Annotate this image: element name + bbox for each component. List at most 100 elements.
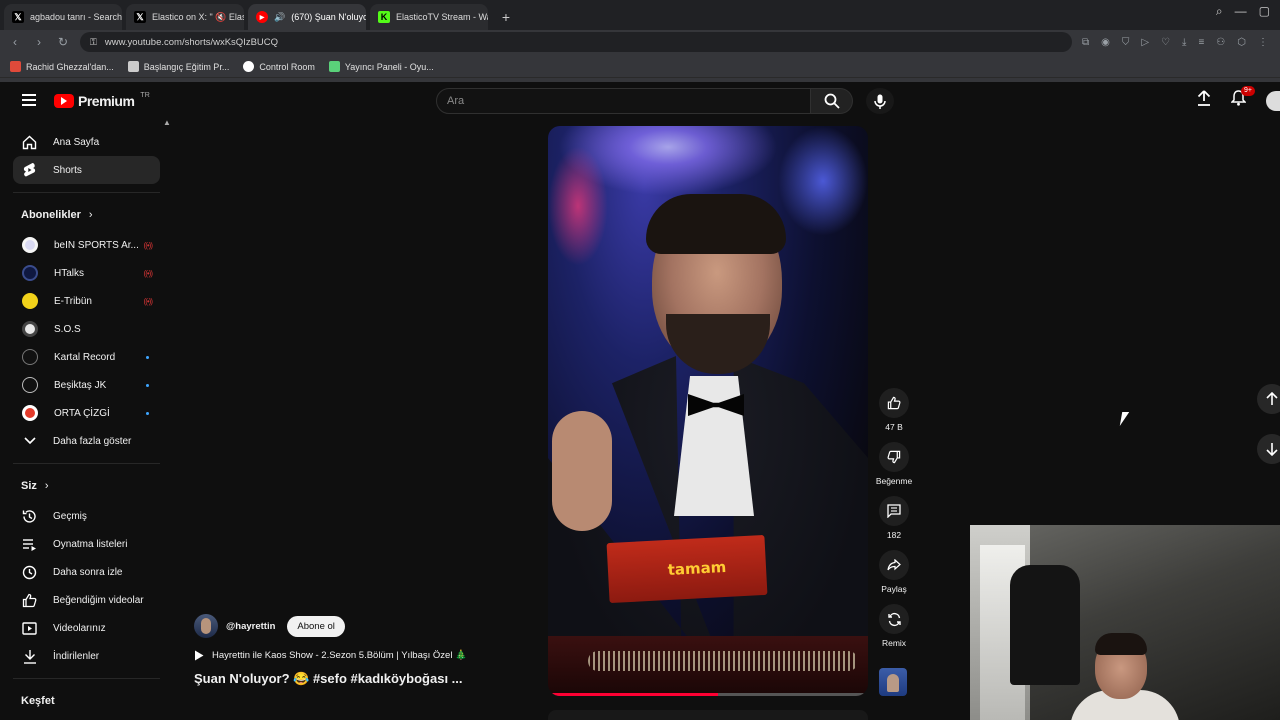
sidebar-item-history[interactable]: Geçmiş (13, 502, 160, 530)
browser-tab[interactable]: 𝕏 Elastico on X: " 🔇 Elastic (126, 4, 244, 30)
minimize-icon[interactable]: — (1235, 4, 1247, 19)
site-info-icon[interactable]: ⚿ (90, 37, 97, 48)
you-header[interactable]: Siz › (13, 470, 160, 502)
sidebar-item-subscription[interactable]: Beşiktaş JK (13, 371, 160, 399)
sidebar-item-downloads[interactable]: İndirilenler (13, 642, 160, 670)
camera-icon[interactable]: ◉ (1101, 37, 1110, 48)
progress-fill (548, 693, 718, 696)
playlists-icon (22, 537, 37, 552)
remix-button[interactable] (879, 604, 909, 634)
shield-icon[interactable]: ⛉ (1122, 37, 1130, 48)
account-avatar[interactable] (1266, 90, 1280, 111)
sidebar-item-subscription[interactable]: Kartal Record (13, 343, 160, 371)
comment-icon (887, 504, 901, 518)
sidebar-item-label: Beğendiğim videolar (53, 594, 144, 606)
forward-icon[interactable]: › (32, 35, 46, 49)
browser-tab[interactable]: K ElasticoTV Stream - Wat (370, 4, 488, 30)
related-video-link[interactable]: Hayrettin ile Kaos Show - 2.Sezon 5.Bölü… (194, 650, 534, 661)
subscriptions-header[interactable]: Abonelikler › (13, 199, 160, 231)
section-title: Keşfet (21, 695, 55, 707)
browser-tab[interactable]: 𝕏 agbadou tanrı - Search (4, 4, 122, 30)
channel-avatar (22, 265, 38, 281)
thumbs-up-icon (887, 396, 901, 410)
bookmark[interactable]: Rachid Ghezzal'dan... (10, 61, 114, 72)
dislike-button[interactable] (879, 442, 909, 472)
x-logo-icon: 𝕏 (12, 11, 24, 23)
like-count: 47 B (885, 422, 903, 432)
upload-button[interactable] (1197, 90, 1211, 111)
explore-header: Keşfet (13, 685, 160, 717)
section-title: Siz (21, 480, 37, 492)
search-placeholder: Ara (447, 95, 465, 107)
comments-button[interactable] (879, 496, 909, 526)
sidebar-item-subscription[interactable]: S.O.S (13, 315, 160, 343)
channel-avatar (22, 405, 38, 421)
share-button[interactable] (879, 550, 909, 580)
sidebar-item-subscription[interactable]: beIN SPORTS Ar... ((•)) (13, 231, 160, 259)
sidebar-item-home[interactable]: Ana Sayfa (13, 128, 160, 156)
youtube-logo[interactable]: Premium TR (54, 91, 150, 109)
download-icon[interactable]: ⤓ (1182, 37, 1186, 48)
short-title[interactable]: Şuan N'oluyor? 😂 #sefo #kadıköyboğası ..… (194, 671, 534, 687)
sidebar-item-label: Daha sonra izle (53, 566, 123, 578)
live-icon: ((•)) (143, 240, 154, 250)
comment-action: 182 (876, 496, 912, 540)
video-progress-bar[interactable] (548, 693, 868, 696)
sidebar-item-watch-later[interactable]: Daha sonra izle (13, 558, 160, 586)
sidebar-item-liked-videos[interactable]: Beğendiğim videolar (13, 586, 160, 614)
bookmark[interactable]: Control Room (243, 61, 315, 72)
puzzle-icon[interactable]: ⬡ (1237, 37, 1246, 48)
sidebar-item-your-videos[interactable]: Videolarınız (13, 614, 160, 642)
short-video-player[interactable]: tamam (548, 126, 868, 696)
bookmark-label: Rachid Ghezzal'dan... (26, 61, 114, 72)
subscribe-button[interactable]: Abone ol (287, 615, 345, 637)
header-actions: 9+ (1197, 86, 1280, 111)
search-button[interactable] (811, 88, 853, 114)
back-icon[interactable]: ‹ (8, 35, 22, 49)
show-more-button[interactable]: Daha fazla göster (13, 427, 160, 455)
remix-label: Remix (881, 638, 907, 648)
browser-tab-active[interactable]: ▶ 🔊 (670) Şuan N'oluyo (248, 4, 366, 30)
divider (13, 463, 160, 464)
channel-avatar[interactable] (194, 614, 218, 638)
reload-icon[interactable]: ↻ (56, 35, 70, 49)
address-bar[interactable]: ⚿ www.youtube.com/shorts/wxKsQIzBUCQ (80, 32, 1072, 52)
notifications-button[interactable]: 9+ (1230, 86, 1255, 111)
sidebar-item-subscription[interactable]: E-Tribün ((•)) (13, 287, 160, 315)
sidebar-item-subscription[interactable]: HTalks ((•)) (13, 259, 160, 287)
mouse-cursor-icon (1119, 412, 1130, 426)
sidebar-item-playlists[interactable]: Oynatma listeleri (13, 530, 160, 558)
menu-icon[interactable]: ≡ (1198, 37, 1204, 48)
search-tabs-icon[interactable]: ⌕ (1216, 4, 1223, 19)
like-button[interactable] (879, 388, 909, 418)
dislike-label: Beğenme (875, 476, 913, 486)
previous-short-button[interactable] (1257, 384, 1280, 414)
play-icon[interactable]: ▷ (1141, 37, 1149, 48)
bookmark[interactable]: Başlangıç Eğitim Pr... (127, 61, 229, 72)
browser-chrome: 𝕏 agbadou tanrı - Search 𝕏 Elastico on X… (0, 0, 1280, 82)
channel-name: HTalks (54, 267, 85, 279)
channel-name: ORTA ÇİZGİ (54, 407, 110, 419)
channel-thumbnail[interactable] (879, 668, 907, 696)
maximize-icon[interactable]: ▢ (1259, 4, 1270, 19)
sidebar-scroll-up-icon[interactable]: ▲ (163, 118, 171, 127)
sidebar-item-shorts[interactable]: Shorts (13, 156, 160, 184)
hamburger-menu-icon[interactable] (22, 94, 36, 106)
next-short-button[interactable] (1257, 434, 1280, 464)
bookmark[interactable]: Yayıncı Paneli - Oyu... (328, 61, 434, 72)
table-decoration (588, 651, 858, 671)
more-icon[interactable]: ⋮ (1258, 37, 1268, 48)
extension-icon[interactable]: ⧉ (1082, 37, 1089, 48)
search-input[interactable]: Ara (436, 88, 811, 114)
new-tab-button[interactable]: + (496, 7, 516, 27)
heart-icon[interactable]: ♡ (1161, 37, 1170, 48)
profile-icon[interactable]: ⚇ (1216, 37, 1225, 48)
kick-logo-icon: K (378, 11, 390, 23)
streamer-panel-icon (328, 61, 340, 72)
channel-handle[interactable]: @hayrettin (226, 621, 275, 632)
sidebar-item-subscription[interactable]: ORTA ÇİZGİ (13, 399, 160, 427)
youtube-play-icon (54, 94, 74, 108)
tab-label: agbadou tanrı - Search (30, 12, 122, 22)
voice-search-button[interactable] (866, 88, 894, 114)
region-code: TR (140, 91, 150, 99)
